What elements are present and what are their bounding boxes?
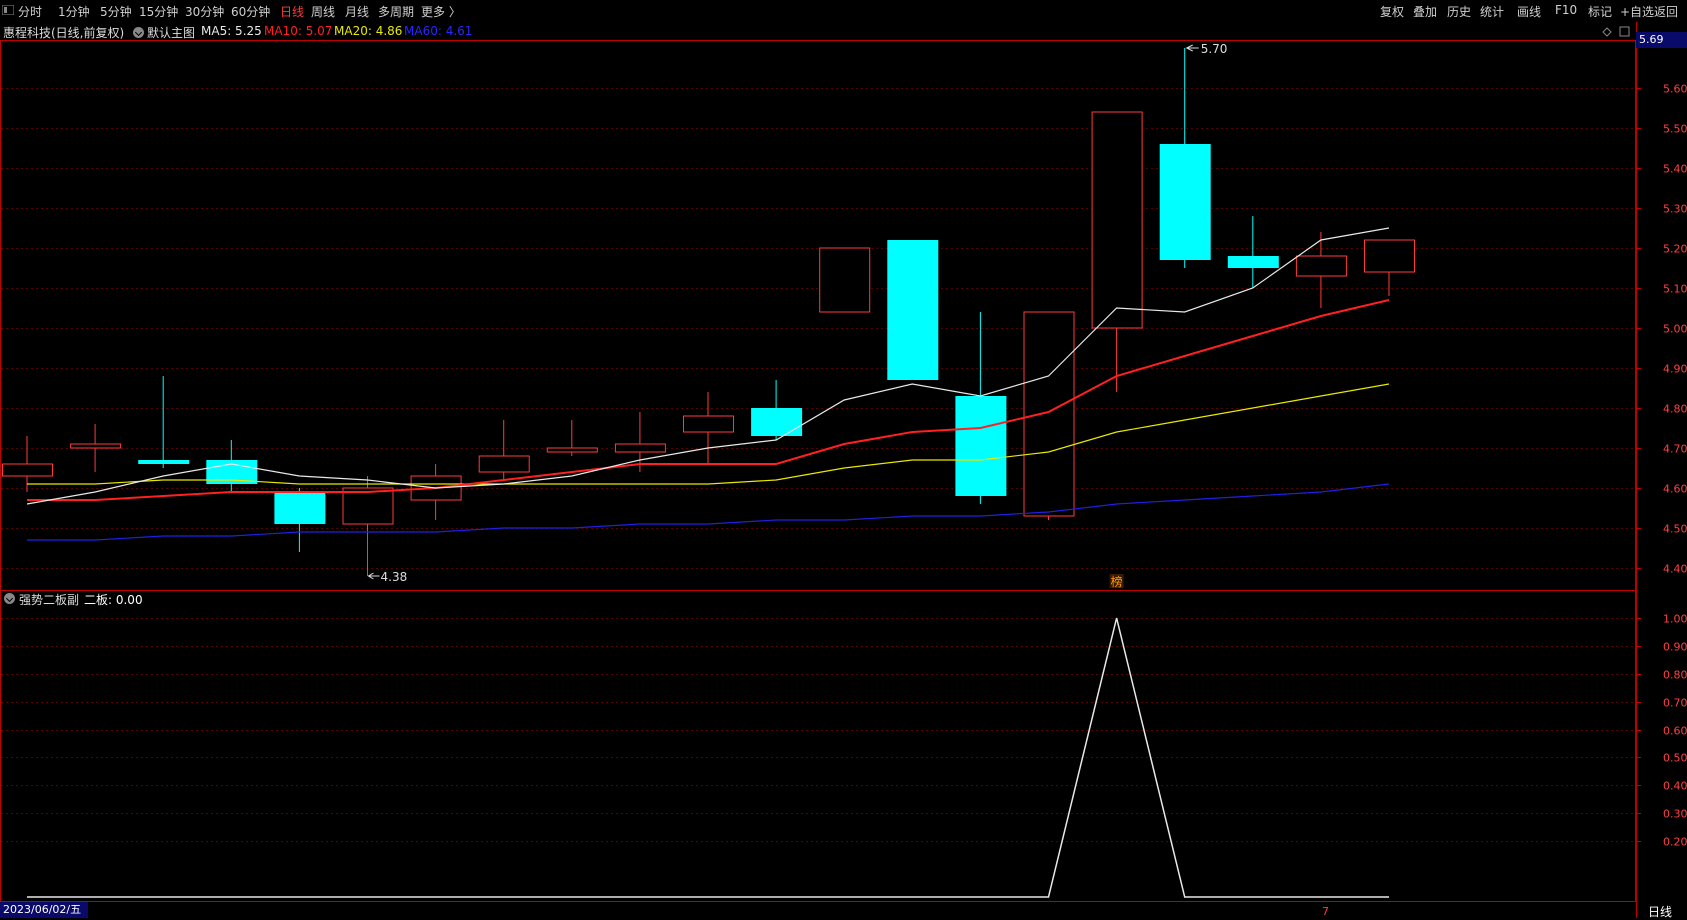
indicator-tick-label: 0.70 [1663,697,1687,710]
period-button-1[interactable]: 1分钟 [58,3,90,20]
price-tick-label: 5.30 [1663,203,1687,216]
candle-body-up [683,415,734,433]
period-button-3[interactable]: 15分钟 [139,3,178,20]
toolbar-button-3[interactable]: 统计 [1480,3,1504,20]
period-button-7[interactable]: 周线 [311,3,335,20]
toolbar-button-8[interactable]: 返回 [1654,3,1678,20]
candle-body-up [342,487,394,525]
date-cursor-label: 2023/06/02/五 [0,902,88,918]
candle-body-up [70,443,122,449]
price-tick-label: 5.40 [1663,163,1687,176]
ma20-label: MA20: 4.86 [334,24,403,38]
toolbar-button-1[interactable]: 叠加 [1413,3,1437,20]
ma60-label: MA60: 4.61 [404,24,473,38]
ma5-label: MA5: 5.25 [201,24,262,38]
candle-body-down [1227,256,1279,268]
chart-canvas[interactable]: 4.40 4.50 4.60 4.70 4.80 4.90 5.00 5.10 5.20 5.30… [0,0,1687,918]
toolbar-button-4[interactable]: 画线 [1517,3,1541,20]
candle-body-down [138,460,190,464]
indicator-value: 二板: 0.00 [84,593,143,607]
candle-body-down [751,408,803,436]
main-plot-border [0,40,1636,591]
toolbar-button-0[interactable]: 复权 [1380,3,1404,20]
period-label: 日线 [1648,905,1673,919]
price-tick-label: 5.00 [1663,323,1687,336]
price-tick-label: 5.20 [1663,243,1687,256]
ma10-label: MA10: 5.07 [264,24,333,38]
price-tick-label: 5.50 [1663,123,1687,136]
period-button-9[interactable]: 多周期 [378,3,414,20]
stock-title: 惠程科技(日线,前复权) [3,26,125,40]
toolbar-button-5[interactable]: F10 [1555,3,1577,17]
period-button-5[interactable]: 60分钟 [231,3,270,20]
period-button-4[interactable]: 30分钟 [185,3,224,20]
chart-title-bar: 惠程科技(日线,前复权) 默认主图 MA5: 5.25 MA10: 5.07 M… [0,22,1640,40]
period-toolbar: 分时 1分钟 5分钟 15分钟 30分钟 60分钟 日线 周线 月线 多周期 更多 〉 复权 叠加 历史统… [0,0,1687,22]
candle-body-down [887,240,939,380]
candle-body-up [1023,311,1075,517]
high-arrow-icon [1185,44,1199,52]
price-tick-label: 4.90 [1663,363,1687,376]
sub-plot-border [0,590,1636,902]
current-price-tag: 5.69 [1636,32,1687,48]
candle-body-up [546,447,598,453]
candle-body-up [1364,239,1415,273]
price-tick-label: 4.50 [1663,523,1687,536]
price-tick-label: 4.40 [1663,563,1687,576]
candle-body-up [614,443,666,453]
price-tick-label: 4.60 [1663,483,1687,496]
period-button-6[interactable]: 日线 [280,3,304,20]
period-button-10[interactable]: 更多 〉 [421,3,461,20]
price-tick-label: 4.80 [1663,403,1687,416]
template-name[interactable]: 默认主图 [147,24,195,41]
indicator-tick-label: 0.20 [1663,836,1687,849]
period-button-2[interactable]: 5分钟 [100,3,132,20]
low-price-label: 4.38 [381,570,408,584]
candle-body-up [1295,255,1347,277]
indicator-tick-label: 0.90 [1663,641,1687,654]
indicator-name[interactable]: 强势二板副 [19,591,79,608]
price-tick-label: 4.70 [1663,443,1687,456]
high-price-label: 5.70 [1201,42,1228,56]
period-button-0[interactable]: 分时 [18,3,42,20]
menu-icon[interactable] [2,5,14,15]
price-tick-label: 5.10 [1663,283,1687,296]
candle-body-up [2,463,53,477]
indicator-toggle-icon[interactable] [4,593,15,604]
candle-body-down [274,492,326,524]
candle-body-up [1091,111,1143,329]
low-arrow-icon [367,572,380,580]
template-toggle-icon[interactable] [133,27,144,38]
bottom-marker: 7 [1322,905,1329,918]
candle-body-up [819,247,871,313]
candle-body-up [478,455,530,473]
indicator-tick-label: 0.60 [1663,725,1687,738]
indicator-tick-label: 0.80 [1663,669,1687,682]
toolbar-button-2[interactable]: 历史 [1447,3,1471,20]
indicator-tick-label: 0.30 [1663,808,1687,821]
toolbar-button-6[interactable]: 标记 [1588,3,1612,20]
bang-badge: 榜 [1111,574,1123,589]
indicator-tick-label: 0.50 [1663,752,1687,765]
indicator-tick-label: 0.40 [1663,780,1687,793]
indicator-tick-label: 1.00 [1663,613,1687,626]
candle-body-down [1159,144,1211,260]
candle-body-down [955,396,1007,496]
price-tick-label: 5.60 [1663,83,1687,96]
toolbar-button-7[interactable]: +自选 [1620,3,1654,20]
period-button-8[interactable]: 月线 [345,3,369,20]
